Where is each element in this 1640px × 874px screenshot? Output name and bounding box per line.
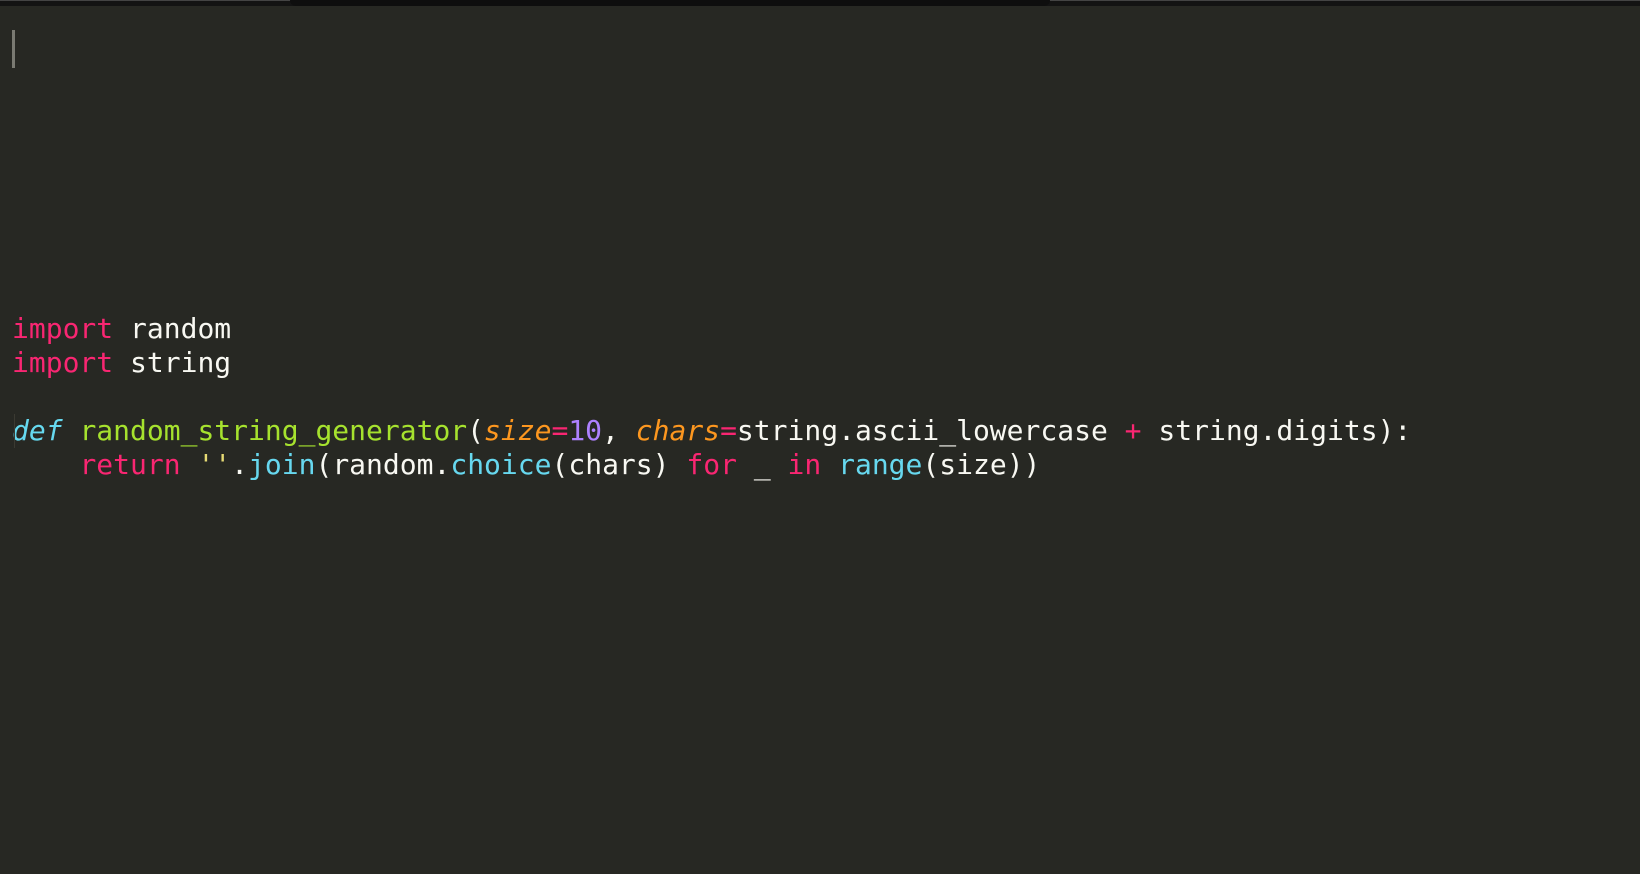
method-call-choice: choice [450, 448, 551, 481]
keyword-def: def [12, 414, 63, 447]
code-line-5: return ''.join(random.choice(chars) for … [12, 448, 1040, 481]
keyword-import: import [12, 346, 113, 379]
keyword-return: return [79, 448, 180, 481]
code-line-4: def random_string_generator(size=10, cha… [12, 414, 1411, 447]
module-name: string [130, 346, 231, 379]
function-name: random_string_generator [79, 414, 467, 447]
indent-guide [14, 414, 15, 448]
code-line-2: import string [12, 346, 231, 379]
number-literal: 10 [568, 414, 602, 447]
param-size: size [484, 414, 551, 447]
code-editor[interactable]: import random import string def random_s… [0, 0, 1640, 874]
module-name: random [130, 312, 231, 345]
keyword-in: in [788, 448, 822, 481]
keyword-import: import [12, 312, 113, 345]
string-literal: '' [197, 448, 231, 481]
keyword-for: for [686, 448, 737, 481]
code-line-3-blank [12, 380, 29, 413]
code-line-1: import random [12, 312, 231, 345]
builtin-range: range [838, 448, 922, 481]
method-call-join: join [248, 448, 315, 481]
param-chars: chars [636, 414, 720, 447]
